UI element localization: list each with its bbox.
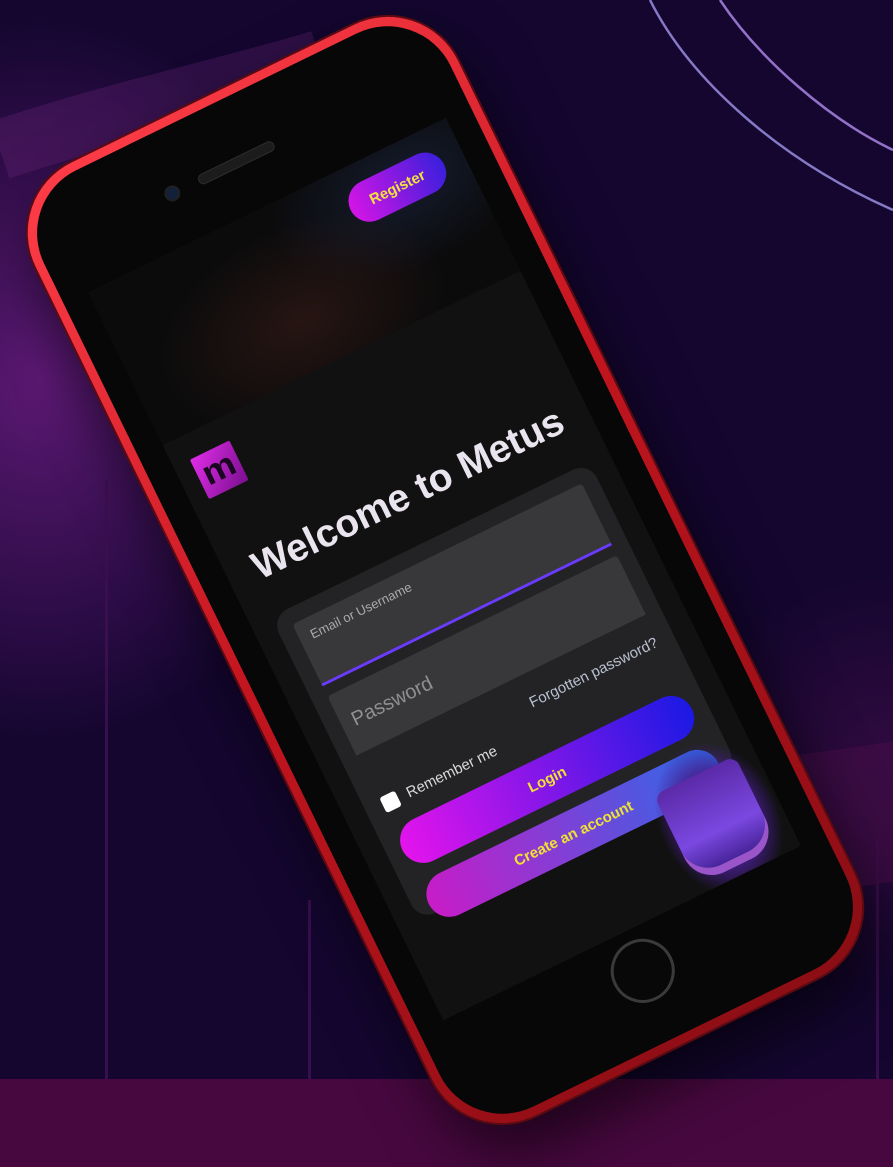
logo-letter: m bbox=[195, 444, 243, 494]
home-button[interactable] bbox=[599, 928, 686, 1014]
metus-logo[interactable]: m bbox=[189, 440, 249, 500]
background-column bbox=[308, 900, 311, 1082]
password-label: Password bbox=[347, 672, 437, 731]
front-camera-icon bbox=[161, 182, 184, 205]
earpiece-speaker bbox=[196, 139, 277, 187]
decorative-cup-shape bbox=[653, 755, 779, 886]
app-header: Register bbox=[88, 117, 521, 446]
background-column bbox=[105, 480, 108, 1082]
register-button[interactable]: Register bbox=[341, 145, 454, 229]
